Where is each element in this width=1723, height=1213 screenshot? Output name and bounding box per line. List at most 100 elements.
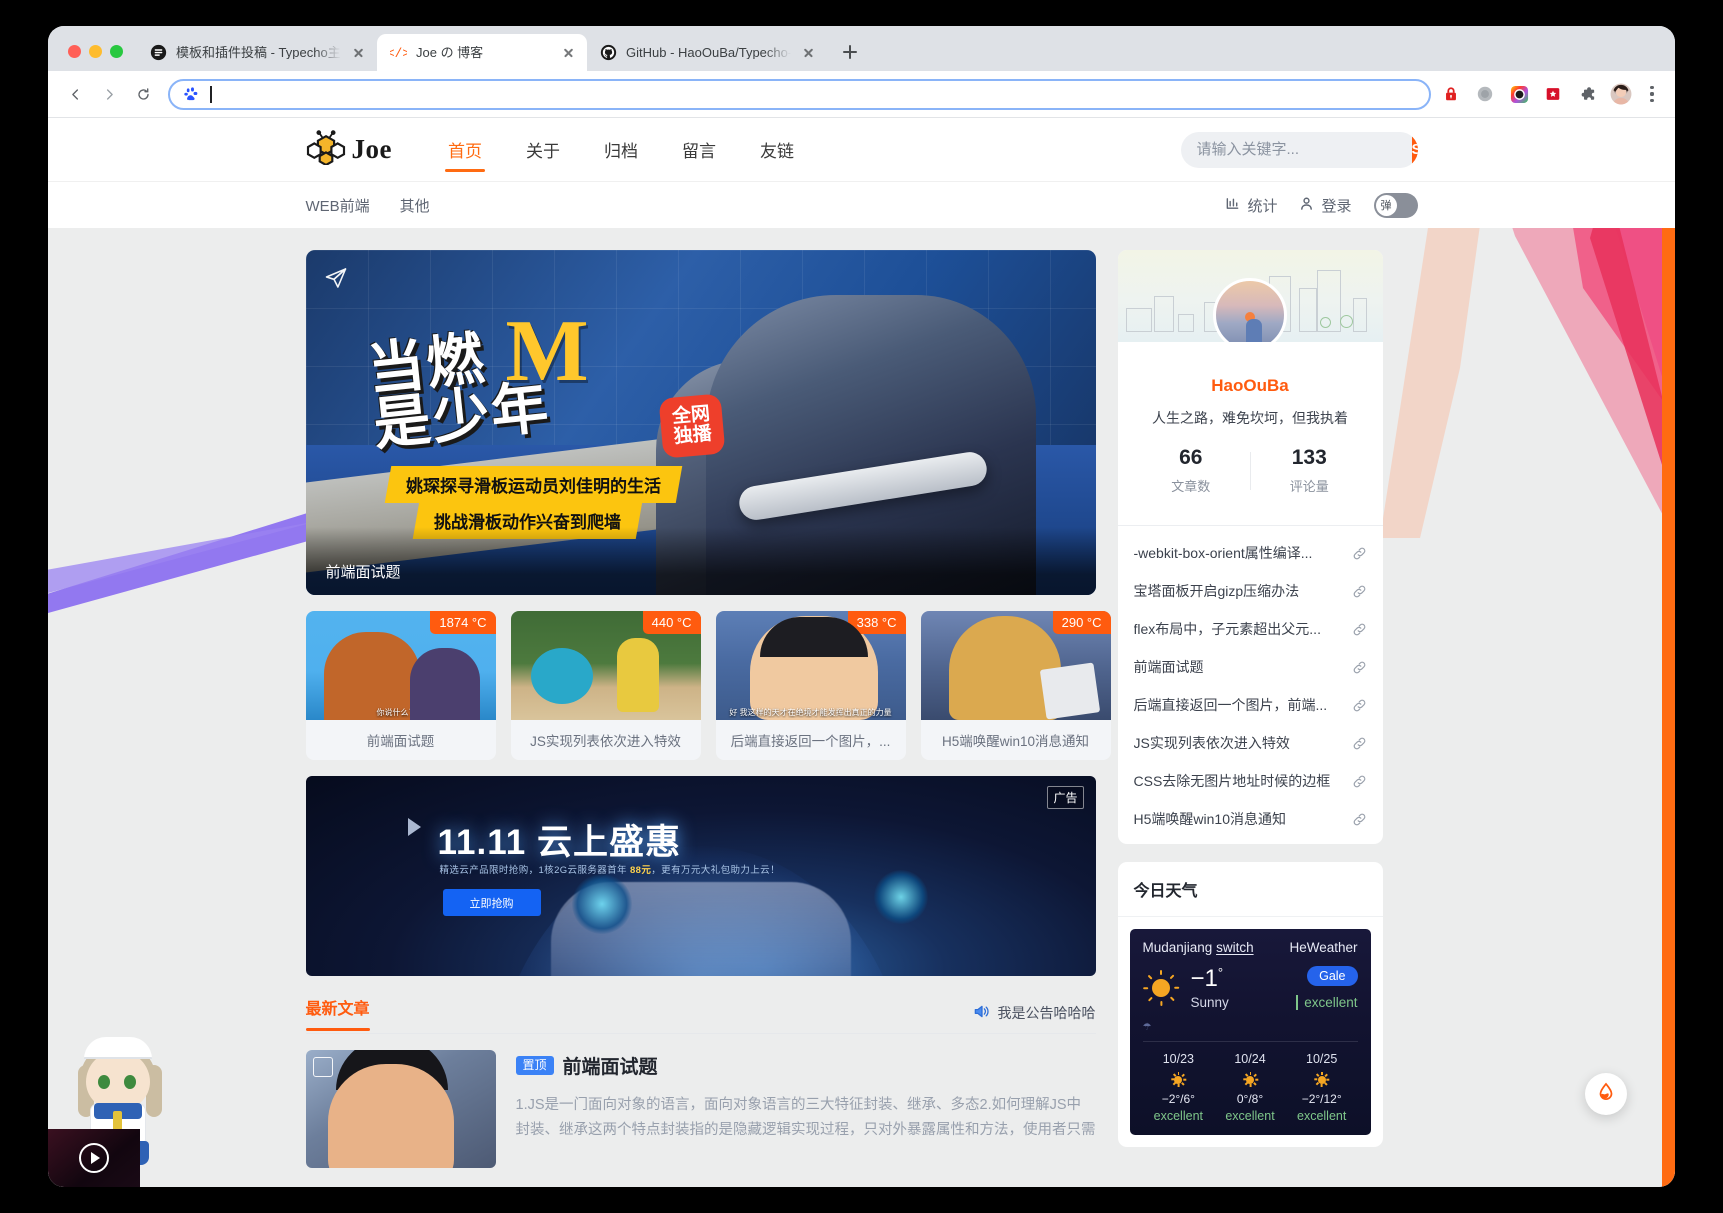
hero-exclusive-badge: 全网独播 — [658, 393, 725, 459]
profile-avatar[interactable] — [1607, 80, 1635, 108]
search-button[interactable]: Search — [1411, 131, 1418, 168]
advertisement-banner[interactable]: 11.11 云上盛惠 精选云产品限时抢购，1核2G云服务器首年 88元，更有万元… — [305, 776, 1096, 976]
nav-item-about[interactable]: 关于 — [504, 118, 582, 181]
ink-droplet-button[interactable] — [1585, 1073, 1627, 1115]
ad-cta-button[interactable]: 立即抢购 — [442, 889, 541, 916]
login-label: 登录 — [1321, 197, 1352, 215]
reload-icon[interactable] — [128, 79, 158, 109]
card-label: JS实现列表依次进入特效 — [530, 734, 681, 749]
main-column: M 当燃 是少年 全网独播 姚琛探寻滑板运动员刘佳明的生活 挑战滑板动作兴奋到爬… — [305, 250, 1111, 1168]
minimize-window-button[interactable] — [89, 45, 102, 58]
tab-title: GitHub - HaoOuBa/Typecho-Jo — [626, 46, 791, 59]
nav-item-home[interactable]: 首页 — [426, 118, 504, 181]
flag-icon[interactable] — [1539, 80, 1567, 108]
tab-strip: 模板和插件投稿 - Typecho主题模 </> Joe の 博客 GitHub… — [48, 26, 1675, 71]
forecast-quality: excellent — [1297, 1109, 1347, 1123]
list-item[interactable]: JS实现列表依次进入特效 — [1118, 724, 1383, 762]
featured-card[interactable]: 338 °C 好 我这样的天才在绝境才能发挥出真正的力量 后端直接返回一个图片，… — [715, 611, 906, 760]
profile-stats: 66 文章数 133 评论量 — [1132, 446, 1369, 495]
avatar[interactable] — [1213, 278, 1287, 342]
weather-city: Mudanjiang switch — [1143, 940, 1254, 955]
window-controls — [58, 45, 137, 71]
weather-widget: Mudanjiang switch HeWeather −1° Sunny Ga… — [1129, 929, 1371, 1135]
link-text: 宝塔面板开启gizp压缩办法 — [1133, 583, 1300, 599]
ad-title: 11.11 云上盛惠 — [437, 823, 681, 862]
lock-icon[interactable] — [1437, 80, 1465, 108]
profile-motto: 人生之路，难免坎坷，但我执着 — [1152, 410, 1348, 426]
post-thumbnail — [305, 1050, 496, 1168]
close-window-button[interactable] — [68, 45, 81, 58]
site-header: Joe 首页 关于 归档 留言 友链 Search — [48, 118, 1675, 181]
ad-subtitle: 精选云产品限时抢购，1核2G云服务器首年 88元，更有万元大礼包助力上云！ — [439, 865, 780, 876]
list-item[interactable]: H5端唤醒win10消息通知 — [1118, 800, 1383, 838]
weather-switch-link[interactable]: switch — [1216, 940, 1254, 955]
stat-post-count: 66 文章数 — [1132, 446, 1251, 495]
forecast-quality: excellent — [1225, 1109, 1275, 1123]
weather-air-quality: excellent — [1296, 994, 1358, 1010]
list-item[interactable]: 宝塔面板开启gizp压缩办法 — [1118, 572, 1383, 610]
link-text: CSS去除无图片地址时候的边框 — [1133, 773, 1331, 789]
category-web-frontend[interactable]: WEB前端 — [306, 195, 370, 216]
browser-tab-3[interactable]: GitHub - HaoOuBa/Typecho-Jo — [587, 34, 827, 71]
sun-icon — [1242, 1072, 1258, 1087]
mini-video-player[interactable] — [48, 1129, 140, 1187]
announcement[interactable]: 我是公告哈哈哈 — [973, 1003, 1096, 1023]
forecast-range: 0°/8° — [1236, 1092, 1264, 1106]
forecast-day: 10/24 0°/8° excellent — [1214, 1052, 1286, 1123]
browser-tab-1[interactable]: 模板和插件投稿 - Typecho主题模 — [137, 34, 377, 71]
featured-card[interactable]: 1874 °C 你说什么了？ 前端面试题 — [305, 611, 496, 760]
weather-title: 今日天气 — [1117, 862, 1383, 917]
address-bar[interactable] — [168, 78, 1431, 110]
weather-card: 今日天气 Mudanjiang switch HeWeather −1° Sun… — [1117, 862, 1383, 1147]
site-logo[interactable]: Joe — [306, 129, 392, 170]
close-tab-button[interactable] — [800, 44, 817, 61]
post-item[interactable]: 置顶 前端面试题 1.JS是一门面向对象的语言，面向对象语言的三大特征封装、继承… — [305, 1050, 1096, 1168]
close-tab-button[interactable] — [560, 44, 577, 61]
list-item[interactable]: flex布局中，子元素超出父元... — [1118, 610, 1383, 648]
browser-tab-2[interactable]: </> Joe の 博客 — [377, 34, 587, 71]
forecast-range: −2°/6° — [1161, 1092, 1195, 1106]
danmaku-toggle[interactable]: 弹 — [1373, 192, 1418, 218]
kebab-menu-icon[interactable] — [1639, 80, 1665, 108]
forecast-day: 10/25 −2°/12° excellent — [1286, 1052, 1358, 1123]
forward-arrow-icon[interactable] — [94, 79, 124, 109]
extensions-puzzle-icon[interactable] — [1573, 80, 1601, 108]
chart-icon — [1225, 196, 1240, 215]
page-content: M 当燃 是少年 全网独播 姚琛探寻滑板运动员刘佳明的生活 挑战滑板动作兴奋到爬… — [305, 250, 1418, 1168]
page-scrollbar[interactable] — [1662, 118, 1675, 1187]
link-icon — [1352, 774, 1367, 789]
nav-item-links[interactable]: 友链 — [738, 118, 816, 181]
play-button-icon[interactable] — [79, 1143, 109, 1173]
list-item[interactable]: 前端面试题 — [1118, 648, 1383, 686]
featured-card[interactable]: 290 °C H5端唤醒win10消息通知 — [920, 611, 1111, 760]
link-icon — [1352, 736, 1367, 751]
camera-app-icon[interactable] — [1505, 80, 1533, 108]
nav-item-message[interactable]: 留言 — [660, 118, 738, 181]
list-item[interactable]: -webkit-box-orient属性编译... — [1118, 534, 1383, 572]
paper-plane-icon[interactable] — [324, 266, 348, 290]
post-list: 置顶 前端面试题 1.JS是一门面向对象的语言，面向对象语言的三大特征封装、继承… — [305, 1050, 1096, 1168]
stats-link[interactable]: 统计 — [1225, 195, 1277, 216]
login-link[interactable]: 登录 — [1299, 195, 1352, 216]
section-title-latest: 最新文章 — [305, 995, 370, 1031]
search-box[interactable]: Search — [1180, 131, 1418, 168]
post-title[interactable]: 前端面试题 — [563, 1052, 658, 1079]
back-arrow-icon[interactable] — [60, 79, 90, 109]
ad-label: 广告 — [1047, 786, 1084, 809]
close-tab-button[interactable] — [350, 44, 367, 61]
search-input[interactable] — [1180, 141, 1412, 158]
play-triangle-icon — [407, 818, 421, 836]
sub-header: WEB前端 其他 统计 登录 弹 — [48, 181, 1675, 228]
circle-icon[interactable] — [1471, 80, 1499, 108]
card-temperature-badge: 290 °C — [1052, 611, 1111, 634]
hero-carousel[interactable]: M 当燃 是少年 全网独播 姚琛探寻滑板运动员刘佳明的生活 挑战滑板动作兴奋到爬… — [305, 250, 1096, 595]
category-other[interactable]: 其他 — [400, 195, 430, 216]
list-item[interactable]: 后端直接返回一个图片，前端... — [1118, 686, 1383, 724]
new-tab-button[interactable] — [835, 37, 865, 67]
nav-item-archive[interactable]: 归档 — [582, 118, 660, 181]
search-area: Search — [1180, 131, 1418, 168]
maximize-window-button[interactable] — [110, 45, 123, 58]
featured-card[interactable]: 440 °C JS实现列表依次进入特效 — [510, 611, 701, 760]
bee-logo-icon — [306, 129, 346, 170]
list-item[interactable]: CSS去除无图片地址时候的边框 — [1118, 762, 1383, 800]
